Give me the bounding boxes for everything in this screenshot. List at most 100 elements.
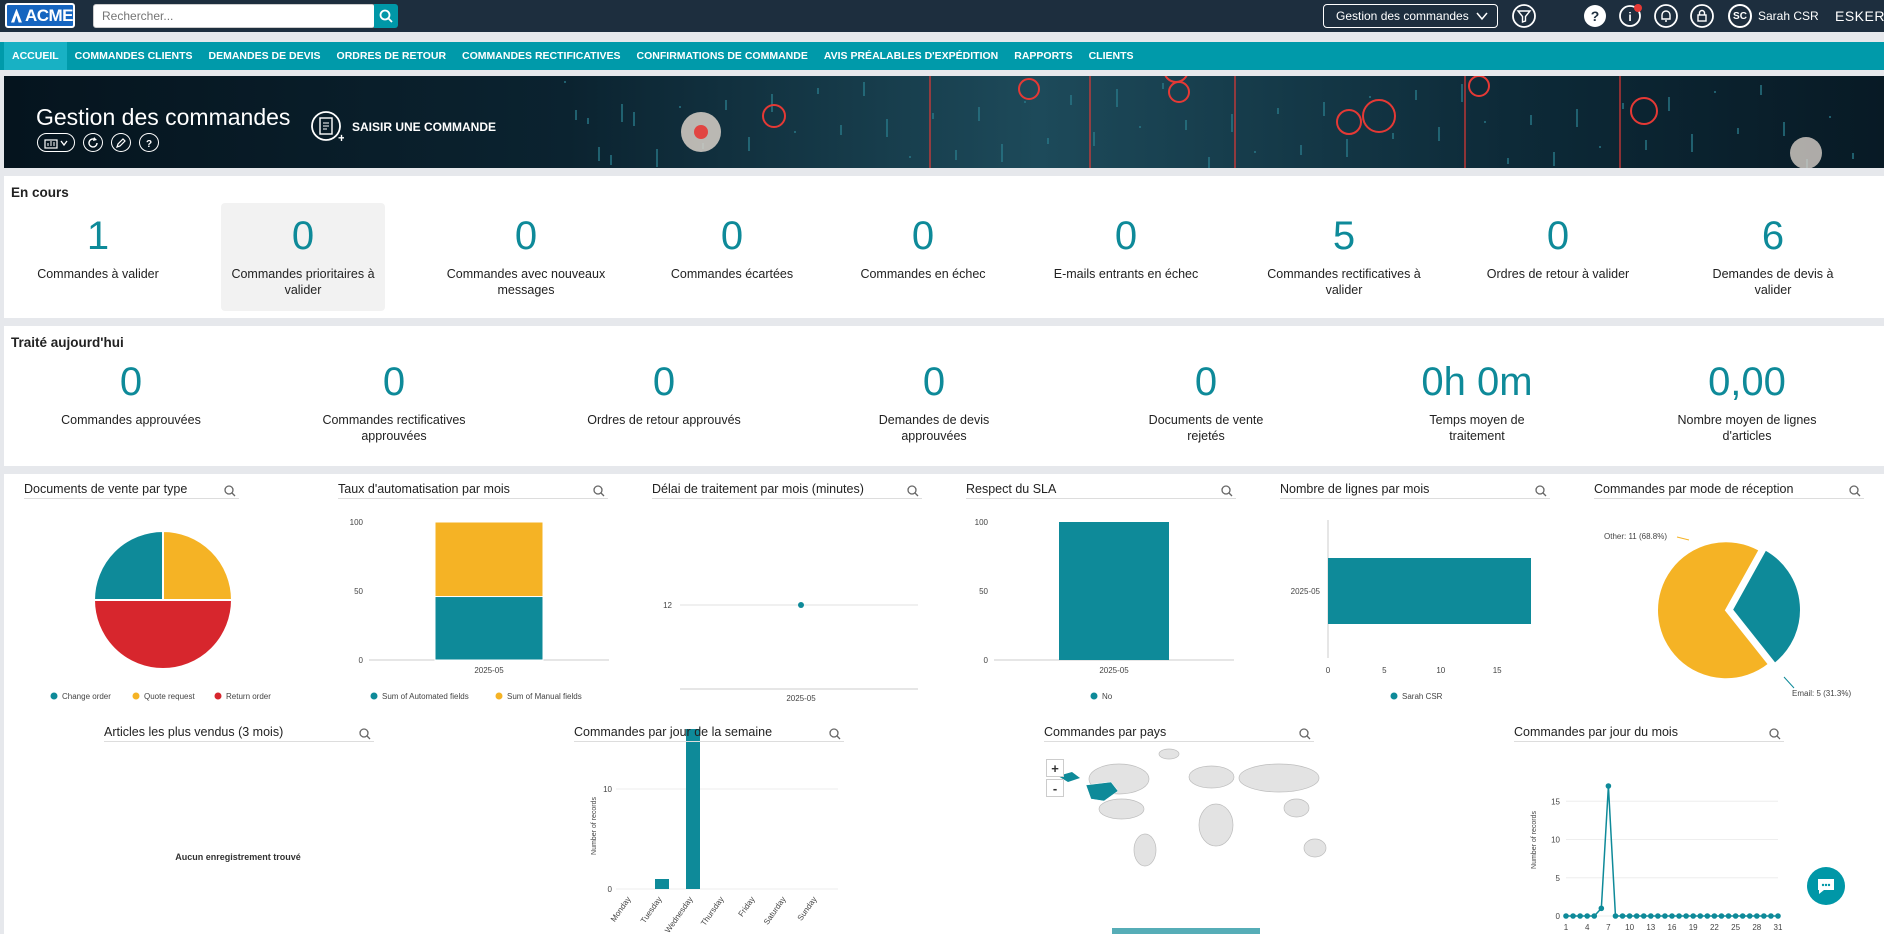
c2-ytick: 0 xyxy=(359,656,364,665)
chart-search-icon[interactable] xyxy=(829,728,841,740)
notifications-button[interactable] xyxy=(1653,3,1679,29)
chart-search-icon[interactable] xyxy=(359,728,371,740)
search-input[interactable] xyxy=(94,5,374,27)
logo-text: ACME xyxy=(24,5,74,25)
c10-point-22 xyxy=(1718,913,1725,919)
banner-light xyxy=(656,149,658,167)
traite-kpi-4[interactable]: 0 Documents de vente rejetés xyxy=(1131,349,1281,457)
traite-kpi-0[interactable]: 0 Commandes approuvées xyxy=(51,349,211,457)
en_cours-kpi-5[interactable]: 0 E-mails entrants en échec xyxy=(1046,203,1206,311)
c10-point-26 xyxy=(1746,913,1753,919)
banner-light xyxy=(1530,115,1532,125)
banner-light xyxy=(817,88,819,94)
banner-light xyxy=(1645,140,1647,150)
chart-search-icon[interactable] xyxy=(1299,728,1311,740)
c10-point-0 xyxy=(1563,913,1569,919)
help-icon: ? xyxy=(1584,5,1606,27)
en_cours-kpi-8[interactable]: 6 Demandes de devis à valider xyxy=(1698,203,1848,311)
nav-item-2[interactable]: DEMANDES DE DEVIS xyxy=(201,42,329,70)
en-cours-title: En cours xyxy=(11,185,69,200)
en_cours-kpi-3[interactable]: 0 Commandes écartées xyxy=(657,203,807,311)
nav-item-5[interactable]: CONFIRMATIONS DE COMMANDE xyxy=(629,42,816,70)
c10-xtick: 16 xyxy=(1668,923,1677,932)
kpi-value: 0 xyxy=(119,360,143,404)
nav-item-0[interactable]: ACCUEIL xyxy=(4,42,67,70)
banner-light xyxy=(1369,96,1371,98)
chart-search-icon[interactable] xyxy=(593,485,605,497)
en_cours-kpi-2[interactable]: 0 Commandes avec nouveaux messages xyxy=(446,203,606,311)
nav-item-1[interactable]: COMMANDES CLIENTS xyxy=(67,42,201,70)
kpi-value: 0 xyxy=(911,214,935,258)
chart-search-icon[interactable] xyxy=(907,485,919,497)
c8-xtick-3: Thursday xyxy=(699,895,726,927)
c6-leader-1 xyxy=(1783,676,1795,689)
nav-item-7[interactable]: RAPPORTS xyxy=(1006,42,1080,70)
kpi-label: Demandes de devis à valider xyxy=(1712,267,1834,297)
kpi-label: Commandes approuvées xyxy=(61,413,201,427)
c10-point-8 xyxy=(1619,913,1626,919)
banner-line xyxy=(1089,76,1091,168)
nav-item-3[interactable]: ORDRES DE RETOUR xyxy=(329,42,455,70)
en_cours-kpi-1[interactable]: 0 Commandes prioritaires à valider xyxy=(221,203,385,311)
traite-kpi-3[interactable]: 0 Demandes de devis approuvées xyxy=(859,349,1009,457)
svg-text:i: i xyxy=(1628,10,1631,24)
traite-title: Traité aujourd'hui xyxy=(11,335,124,350)
c2-legend-dot-0 xyxy=(370,692,378,700)
c10-point-20 xyxy=(1704,913,1711,919)
acme-logo[interactable]: ACME xyxy=(5,3,75,28)
kpi-label: Ordres de retour approuvés xyxy=(587,413,741,427)
en_cours-kpi-6[interactable]: 5 Commandes rectificatives à valider xyxy=(1264,203,1424,311)
kpi-value: 1 xyxy=(86,214,110,258)
c10-xtick: 4 xyxy=(1585,923,1590,932)
chart-search-icon[interactable] xyxy=(224,485,236,497)
traite-kpi-5[interactable]: 0h 0m Temps moyen de traitement xyxy=(1402,349,1552,457)
help-button[interactable]: ? xyxy=(1582,3,1608,29)
banner-light xyxy=(621,104,623,122)
banner-help-button[interactable]: ? xyxy=(139,133,159,152)
lock-button[interactable] xyxy=(1689,3,1715,29)
search-button[interactable] xyxy=(374,4,398,28)
saisir-commande-button[interactable]: + SAISIR UNE COMMANDE xyxy=(310,110,496,144)
kpi-value: 6 xyxy=(1761,214,1785,258)
search-box[interactable] xyxy=(93,4,375,28)
c1-legend-label-2: Return order xyxy=(226,692,271,701)
c4-ytick: 50 xyxy=(979,587,988,596)
chart-search-icon[interactable] xyxy=(1849,485,1861,497)
traite-kpi-1[interactable]: 0 Commandes rectificatives approuvées xyxy=(309,349,479,457)
chevron-down-icon xyxy=(1476,12,1488,21)
edit-button[interactable] xyxy=(111,133,131,152)
kpi-value: 0 xyxy=(652,360,676,404)
filter-button[interactable] xyxy=(1511,3,1537,29)
banner-light xyxy=(1277,108,1279,114)
search-icon xyxy=(379,9,393,23)
info-button[interactable]: i xyxy=(1617,3,1643,29)
chart-search-icon[interactable] xyxy=(1535,485,1547,497)
traite-kpi-6[interactable]: 0,00 Nombre moyen de lignes d'articles xyxy=(1662,349,1832,457)
banner-light xyxy=(1185,120,1187,130)
en_cours-kpi-7[interactable]: 0 Ordres de retour à valider xyxy=(1483,203,1633,311)
nav-item-8[interactable]: CLIENTS xyxy=(1081,42,1142,70)
en_cours-kpi-4[interactable]: 0 Commandes en échec xyxy=(848,203,998,311)
map-zoom-out-button[interactable]: - xyxy=(1046,779,1064,797)
app-selector[interactable]: Gestion des commandes xyxy=(1323,4,1498,28)
c10-point-25 xyxy=(1739,913,1746,919)
kpi-label: Commandes rectificatives approuvées xyxy=(322,413,466,443)
banner-light xyxy=(748,137,750,151)
c5-legend-dot-0 xyxy=(1390,692,1398,700)
refresh-button[interactable] xyxy=(83,133,103,152)
en_cours-kpi-0[interactable]: 1 Commandes à valider xyxy=(23,203,173,311)
c10-point-1 xyxy=(1570,913,1576,919)
chart-search-icon[interactable] xyxy=(1221,485,1233,497)
chart-search-icon[interactable] xyxy=(1769,728,1781,740)
chart-view-button[interactable] xyxy=(37,133,75,152)
c6-label-1: Email: 5 (31.3%) xyxy=(1792,689,1851,698)
c1-legend-label-0: Change order xyxy=(62,692,111,701)
nav-item-4[interactable]: COMMANDES RECTIFICATIVES xyxy=(454,42,628,70)
banner-light xyxy=(1001,144,1003,162)
traite-kpi-2[interactable]: 0 Ordres de retour approuvés xyxy=(579,349,749,457)
nav-item-6[interactable]: AVIS PRÉALABLES D'EXPÉDITION xyxy=(816,42,1006,70)
chat-button[interactable] xyxy=(1807,867,1845,905)
map-zoom-in-button[interactable]: + xyxy=(1046,759,1064,777)
user-menu[interactable]: SC Sarah CSR xyxy=(1728,4,1819,28)
banner-light xyxy=(932,113,934,119)
